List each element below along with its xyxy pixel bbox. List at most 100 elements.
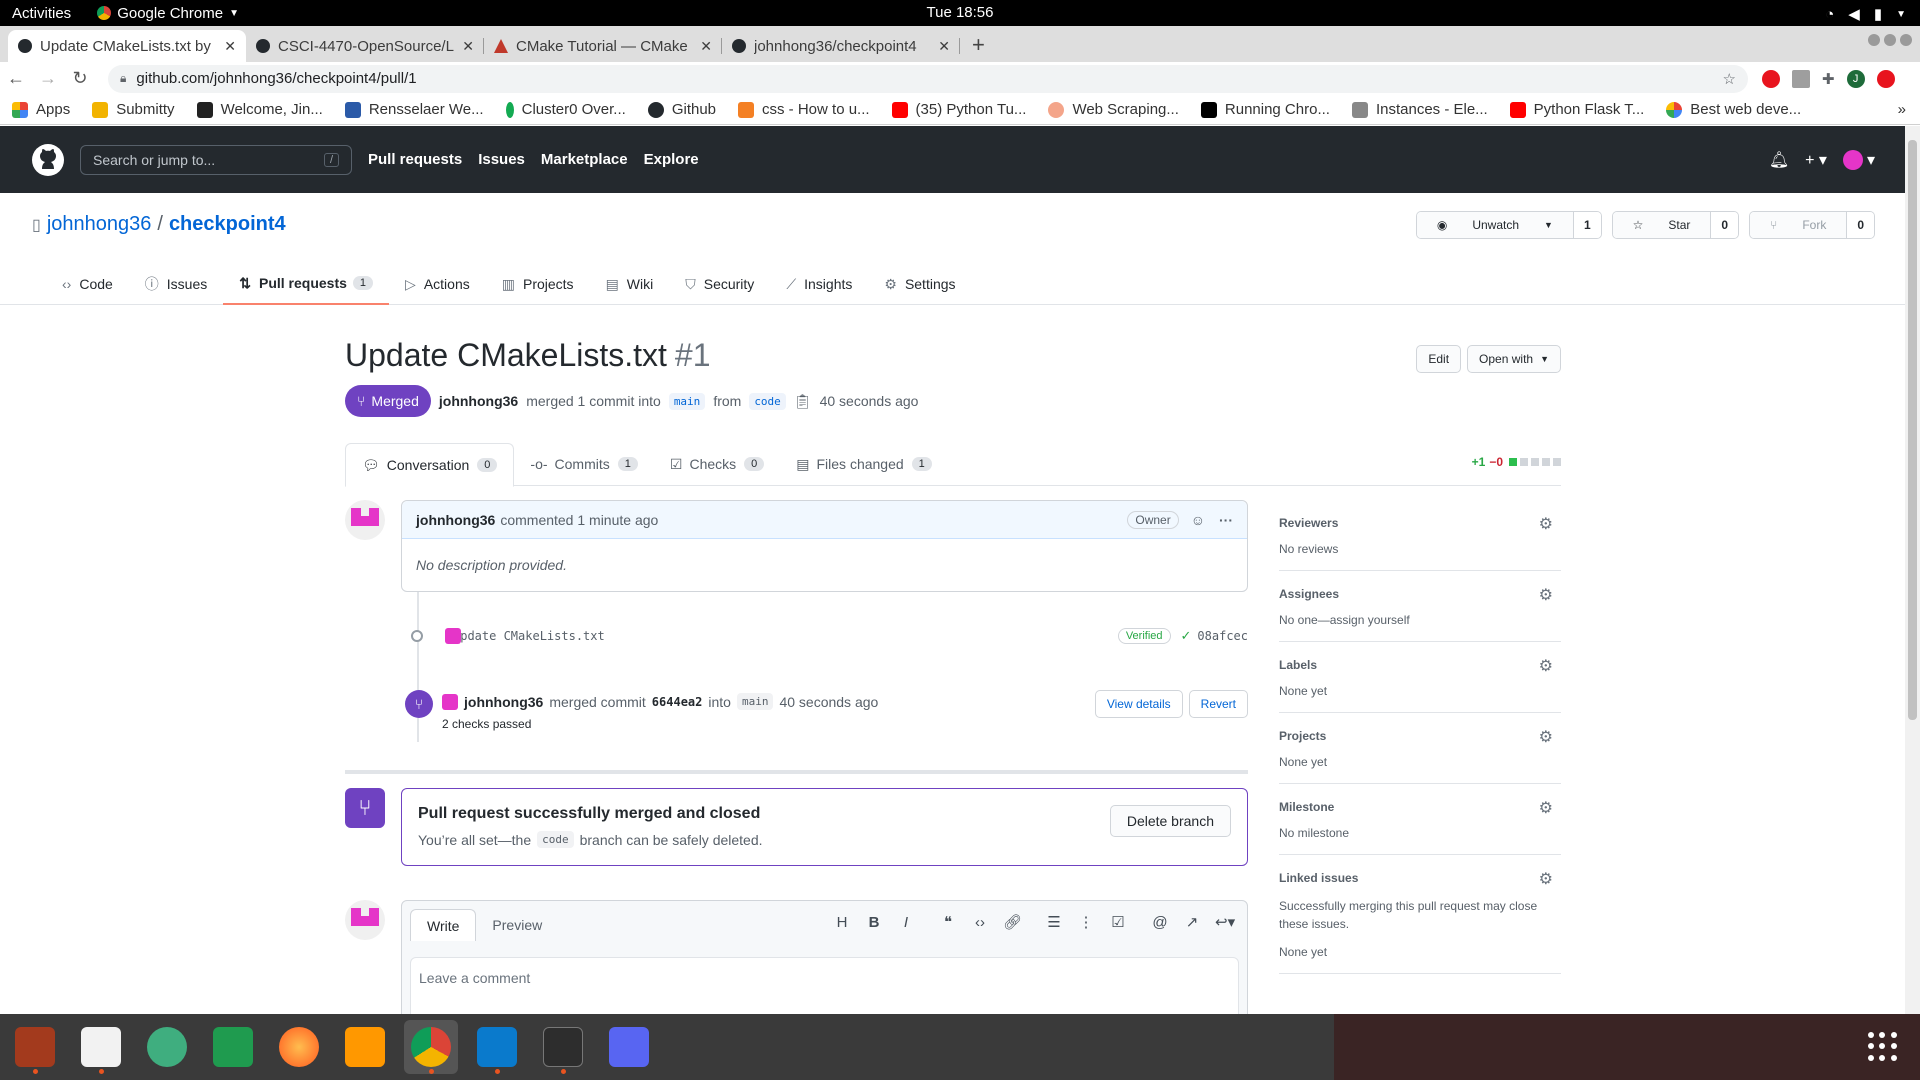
bookmark[interactable]: Instances - Ele... (1351, 101, 1488, 118)
gear-icon[interactable]: ⚙ (1539, 585, 1553, 605)
sidebar-heading[interactable]: Reviewers (1279, 516, 1561, 530)
link-icon[interactable]: 🔗︎ (1003, 913, 1022, 931)
pr-time[interactable]: 40 seconds ago (820, 393, 919, 409)
italic-icon[interactable]: I (897, 914, 915, 931)
gear-icon[interactable]: ⚙ (1539, 727, 1553, 747)
bookmark[interactable]: Web Scraping... (1048, 101, 1179, 118)
star-count[interactable]: 0 (1711, 212, 1739, 238)
puzzle-icon[interactable]: ✚ (1822, 70, 1835, 88)
copy-icon[interactable]: 📋︎ (794, 393, 812, 410)
revert-button[interactable]: Revert (1188, 690, 1248, 718)
extension-icon[interactable] (1762, 69, 1780, 88)
text-editor-app[interactable] (74, 1020, 128, 1074)
check-icon[interactable]: ✓ (1181, 628, 1192, 644)
bookmark[interactable]: Best web deve... (1666, 101, 1801, 118)
bookmark[interactable]: Rensselaer We... (344, 101, 484, 118)
back-icon[interactable]: ← (0, 68, 32, 89)
new-tab-button[interactable]: + (972, 32, 985, 58)
tab-write[interactable]: Write (410, 909, 477, 941)
avatar[interactable] (345, 500, 385, 540)
heading-icon[interactable]: H (833, 914, 851, 931)
spreadsheet-app[interactable] (206, 1020, 260, 1074)
activities-button[interactable]: Activities (12, 5, 71, 22)
merge-author-link[interactable]: johnhong36 (464, 694, 543, 710)
bookmark[interactable]: Submitty (92, 101, 175, 118)
watch-count[interactable]: 1 (1573, 212, 1601, 238)
avatar[interactable] (345, 900, 385, 940)
files-app[interactable] (8, 1020, 62, 1074)
comment-time[interactable]: commented 1 minute ago (500, 512, 658, 528)
tab-insights[interactable]: ⟋ Insights (770, 263, 868, 305)
author-link[interactable]: johnhong36 (439, 393, 518, 409)
fork-button[interactable]: ⑂ Fork 0 (1749, 211, 1875, 239)
edit-button[interactable]: Edit (1416, 345, 1462, 373)
page-scrollbar[interactable] (1905, 126, 1920, 1014)
merge-time[interactable]: 40 seconds ago (779, 694, 878, 710)
merge-commit-link[interactable]: 6644ea2 (652, 695, 703, 709)
user-avatar-menu[interactable]: ▾ (1842, 150, 1875, 170)
comment-author-link[interactable]: johnhong36 (416, 512, 495, 528)
repo-owner-link[interactable]: johnhong36 (47, 213, 152, 236)
bookmark[interactable]: css - How to u... (738, 101, 870, 118)
verified-badge[interactable]: Verified (1117, 628, 1171, 644)
show-apps-icon[interactable] (1868, 1032, 1898, 1062)
tab-files-changed[interactable]: ▤ Files changed 1 (780, 443, 948, 485)
close-icon[interactable]: ✕ (700, 38, 712, 55)
clock[interactable]: Tue 18:56 (0, 4, 1920, 21)
nav-marketplace[interactable]: Marketplace (541, 151, 628, 168)
head-branch[interactable]: code (537, 831, 574, 848)
more-bookmarks-icon[interactable]: » (1898, 101, 1906, 118)
close-window-button[interactable] (1900, 34, 1912, 46)
task-list-icon[interactable]: ☑ (1109, 913, 1127, 931)
bookmark[interactable]: Github (647, 101, 716, 118)
plus-dropdown-icon[interactable]: + ▾ (1805, 150, 1827, 170)
tab-checks[interactable]: ☑ Checks 0 (654, 443, 780, 485)
bookmark[interactable]: Welcome, Jin... (196, 101, 323, 118)
browser-tab[interactable]: CMake Tutorial — CMake ✕ (484, 30, 722, 62)
browser-tab[interactable]: johnhong36/checkpoint4 ✕ (722, 30, 960, 62)
forward-icon[interactable]: → (32, 68, 64, 89)
assign-yourself-link[interactable]: No one—assign yourself (1279, 613, 1561, 627)
url-bar[interactable]: 🔒︎ github.com/johnhong36/checkpoint4/pul… (108, 64, 1748, 93)
tab-projects[interactable]: ▥ Projects (486, 263, 590, 305)
extension-icon[interactable] (1792, 69, 1810, 88)
bookmark[interactable]: (35) Python Tu... (891, 101, 1026, 118)
close-icon[interactable]: ✕ (462, 38, 474, 55)
system-tray[interactable]: ◔ ◀ ▮ ▼ (1825, 5, 1906, 24)
kebab-menu-icon[interactable]: ··· (1219, 512, 1233, 528)
repo-name-link[interactable]: checkpoint4 (169, 213, 286, 236)
tab-issues[interactable]: ⓘ Issues (129, 263, 223, 305)
gear-icon[interactable]: ⚙ (1539, 514, 1553, 534)
commit-message-link[interactable]: Update CMakeLists.txt (453, 629, 605, 643)
sidebar-heading[interactable]: Labels (1279, 658, 1561, 672)
nav-pull-requests[interactable]: Pull requests (368, 151, 462, 168)
code-icon[interactable]: ‹› (971, 914, 989, 931)
star-bookmark-icon[interactable]: ☆ (1723, 70, 1736, 88)
star-button[interactable]: ☆ Star 0 (1611, 211, 1740, 239)
minimize-button[interactable] (1868, 34, 1880, 46)
sidebar-heading[interactable]: Linked issues (1279, 871, 1561, 885)
view-details-button[interactable]: View details (1094, 690, 1183, 718)
discord-app[interactable] (602, 1020, 656, 1074)
checks-status[interactable]: 2 checks passed (442, 717, 531, 731)
base-branch[interactable]: main (668, 392, 706, 410)
bullet-list-icon[interactable]: ☰ (1045, 913, 1063, 931)
sublime-app[interactable] (338, 1020, 392, 1074)
atom-app[interactable] (140, 1020, 194, 1074)
extension-icon[interactable] (1876, 69, 1895, 88)
search-input[interactable]: Search or jump to... / (80, 144, 352, 175)
maximize-button[interactable] (1884, 34, 1896, 46)
bell-icon[interactable]: 🔔︎ (1769, 150, 1789, 170)
delete-branch-button[interactable]: Delete branch (1109, 805, 1231, 837)
bookmark[interactable]: Python Flask T... (1509, 101, 1644, 118)
cross-reference-icon[interactable]: ↗ (1183, 913, 1201, 931)
open-with-button[interactable]: Open with ▼ (1467, 345, 1561, 373)
tab-settings[interactable]: ⚙ Settings (868, 263, 971, 305)
gear-icon[interactable]: ⚙ (1539, 656, 1553, 676)
profile-avatar[interactable]: J (1846, 69, 1865, 88)
scrollbar-thumb[interactable] (1908, 140, 1917, 720)
commit-sha-link[interactable]: 08afcec (1197, 629, 1248, 643)
bold-icon[interactable]: B (865, 914, 883, 931)
gear-icon[interactable]: ⚙ (1539, 869, 1553, 889)
watch-button[interactable]: ◉ Unwatch ▼ 1 (1415, 211, 1602, 239)
